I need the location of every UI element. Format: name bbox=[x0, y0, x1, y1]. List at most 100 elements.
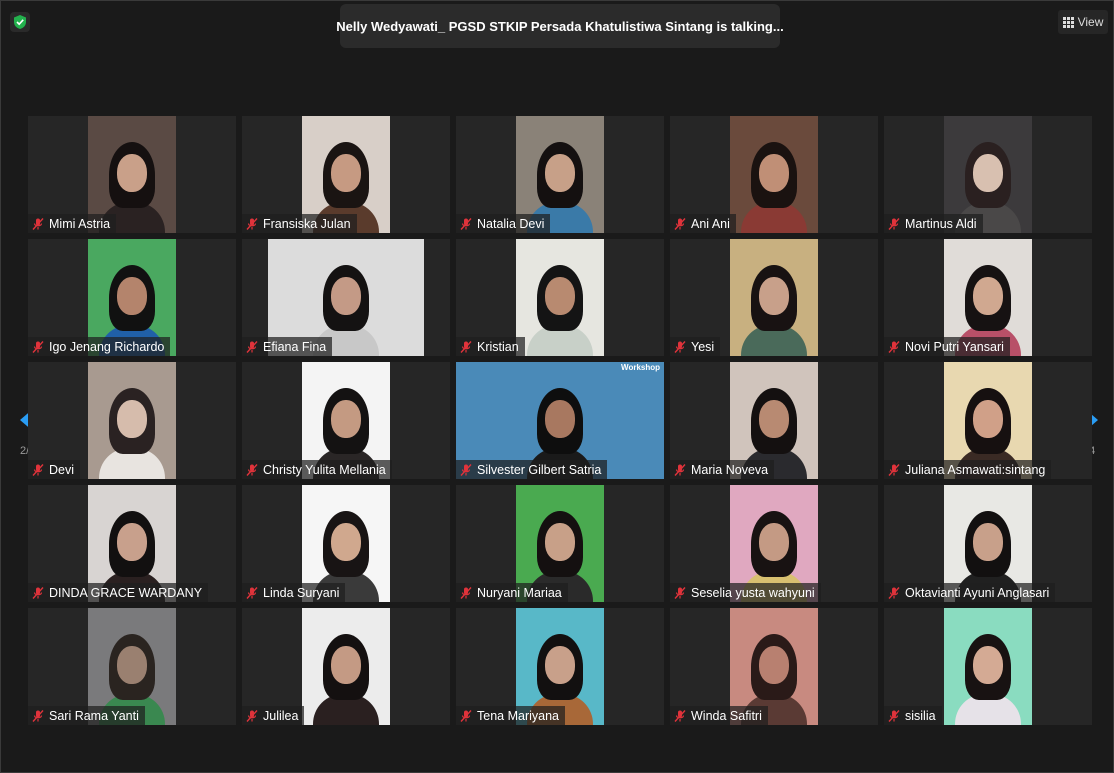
participant-name: Fransiska Julan bbox=[263, 216, 351, 231]
microphone-muted-icon bbox=[888, 709, 900, 722]
participant-name: Silvester Gilbert Satria bbox=[477, 462, 602, 477]
microphone-muted-icon bbox=[674, 340, 686, 353]
participant-name: Christy Yulita Mellania bbox=[263, 462, 386, 477]
participant-tile[interactable]: Juliana Asmawati:sintang bbox=[884, 362, 1092, 479]
participant-tile[interactable]: Workshop Silvester Gilbert Satria bbox=[456, 362, 664, 479]
participant-name: Yesi bbox=[691, 339, 715, 354]
participant-tile[interactable]: Winda Safitri bbox=[670, 608, 878, 725]
microphone-muted-icon bbox=[460, 709, 472, 722]
participant-video bbox=[516, 239, 604, 356]
participant-name-label: Kristian bbox=[456, 337, 525, 356]
participant-name: Oktavianti Ayuni Anglasari bbox=[905, 585, 1050, 600]
participant-video bbox=[730, 116, 818, 233]
participant-name: Julilea bbox=[263, 708, 299, 723]
microphone-muted-icon bbox=[246, 340, 258, 353]
participant-name-label: Sari Rama Yanti bbox=[28, 706, 145, 725]
participant-tile[interactable]: Sari Rama Yanti bbox=[28, 608, 236, 725]
participant-name-label: Ani Ani bbox=[670, 214, 736, 233]
participant-tile[interactable]: Oktavianti Ayuni Anglasari bbox=[884, 485, 1092, 602]
participant-name-label: Natalia Devi bbox=[456, 214, 551, 233]
microphone-muted-icon bbox=[674, 463, 686, 476]
microphone-muted-icon bbox=[246, 463, 258, 476]
grid-icon bbox=[1062, 16, 1074, 28]
participant-name: Seselia yusta wahyuni bbox=[691, 585, 815, 600]
participant-tile[interactable]: Natalia Devi bbox=[456, 116, 664, 233]
participant-video bbox=[88, 362, 176, 479]
participant-name: Igo Jenang Richardo bbox=[49, 339, 165, 354]
participant-video bbox=[302, 608, 390, 725]
microphone-muted-icon bbox=[888, 340, 900, 353]
participant-name-label: Yesi bbox=[670, 337, 721, 356]
participant-name-label: Christy Yulita Mellania bbox=[242, 460, 392, 479]
participant-name: Natalia Devi bbox=[477, 216, 545, 231]
participant-video bbox=[944, 608, 1032, 725]
participant-tile[interactable]: Martinus Aldi bbox=[884, 116, 1092, 233]
view-button[interactable]: View bbox=[1058, 10, 1108, 34]
participant-tile[interactable]: Yesi bbox=[670, 239, 878, 356]
participant-figure bbox=[739, 116, 809, 233]
workshop-logo: Workshop bbox=[621, 363, 660, 372]
participant-name-label: Linda Suryani bbox=[242, 583, 346, 602]
participant-tile[interactable]: Nuryani Mariaa bbox=[456, 485, 664, 602]
participant-tile[interactable]: Maria Noveva bbox=[670, 362, 878, 479]
participant-tile[interactable]: Kristian bbox=[456, 239, 664, 356]
participant-name: Martinus Aldi bbox=[905, 216, 977, 231]
participant-name-label: Silvester Gilbert Satria bbox=[456, 460, 608, 479]
microphone-muted-icon bbox=[460, 463, 472, 476]
microphone-muted-icon bbox=[460, 586, 472, 599]
active-speaker-text: Nelly Wedyawati_ PGSD STKIP Persada Khat… bbox=[336, 18, 784, 34]
participant-name-label: Oktavianti Ayuni Anglasari bbox=[884, 583, 1056, 602]
participant-tile[interactable]: Ani Ani bbox=[670, 116, 878, 233]
participant-name-label: Martinus Aldi bbox=[884, 214, 983, 233]
microphone-muted-icon bbox=[674, 586, 686, 599]
microphone-muted-icon bbox=[32, 463, 44, 476]
participant-name: Devi bbox=[49, 462, 75, 477]
participant-figure bbox=[311, 608, 381, 725]
participant-name: Maria Noveva bbox=[691, 462, 769, 477]
participant-tile[interactable]: Devi bbox=[28, 362, 236, 479]
participant-name-label: Novi Putri Yansari bbox=[884, 337, 1010, 356]
participant-name: Sari Rama Yanti bbox=[49, 708, 139, 723]
participant-tile[interactable]: Mimi Astria bbox=[28, 116, 236, 233]
microphone-muted-icon bbox=[888, 217, 900, 230]
participant-name-label: DINDA GRACE WARDANY bbox=[28, 583, 209, 602]
participant-video bbox=[730, 239, 818, 356]
participant-name-label: Seselia yusta wahyuni bbox=[670, 583, 821, 602]
participant-tile[interactable]: Christy Yulita Mellania bbox=[242, 362, 450, 479]
participant-name-label: sisilia bbox=[884, 706, 942, 725]
participant-name-label: Igo Jenang Richardo bbox=[28, 337, 171, 356]
participant-tile[interactable]: Tena Mariyana bbox=[456, 608, 664, 725]
participant-name: Winda Safitri bbox=[691, 708, 762, 723]
participant-figure bbox=[739, 239, 809, 356]
participant-name: Novi Putri Yansari bbox=[905, 339, 1004, 354]
participant-name-label: Maria Noveva bbox=[670, 460, 775, 479]
microphone-muted-icon bbox=[888, 463, 900, 476]
shield-check-icon[interactable] bbox=[10, 12, 30, 32]
microphone-muted-icon bbox=[246, 217, 258, 230]
participant-name: Linda Suryani bbox=[263, 585, 340, 600]
microphone-muted-icon bbox=[32, 586, 44, 599]
microphone-muted-icon bbox=[460, 340, 472, 353]
participant-name-label: Efiana Fina bbox=[242, 337, 333, 356]
participant-tile[interactable]: sisilia bbox=[884, 608, 1092, 725]
participant-name: Ani Ani bbox=[691, 216, 730, 231]
participant-tile[interactable]: Julilea bbox=[242, 608, 450, 725]
microphone-muted-icon bbox=[246, 586, 258, 599]
participant-tile[interactable]: Novi Putri Yansari bbox=[884, 239, 1092, 356]
participant-tile[interactable]: Fransiska Julan bbox=[242, 116, 450, 233]
participant-tile[interactable]: DINDA GRACE WARDANY bbox=[28, 485, 236, 602]
participant-name-label: Devi bbox=[28, 460, 81, 479]
participant-name: Mimi Astria bbox=[49, 216, 111, 231]
participant-tile[interactable]: Igo Jenang Richardo bbox=[28, 239, 236, 356]
participant-name-label: Julilea bbox=[242, 706, 305, 725]
microphone-muted-icon bbox=[888, 586, 900, 599]
participant-name: sisilia bbox=[905, 708, 936, 723]
participant-name: Kristian bbox=[477, 339, 519, 354]
participant-tile[interactable]: Linda Suryani bbox=[242, 485, 450, 602]
microphone-muted-icon bbox=[460, 217, 472, 230]
participant-name: Tena Mariyana bbox=[477, 708, 559, 723]
participant-tile[interactable]: Seselia yusta wahyuni bbox=[670, 485, 878, 602]
participant-name: Efiana Fina bbox=[263, 339, 327, 354]
participant-name-label: Winda Safitri bbox=[670, 706, 768, 725]
participant-tile[interactable]: Efiana Fina bbox=[242, 239, 450, 356]
